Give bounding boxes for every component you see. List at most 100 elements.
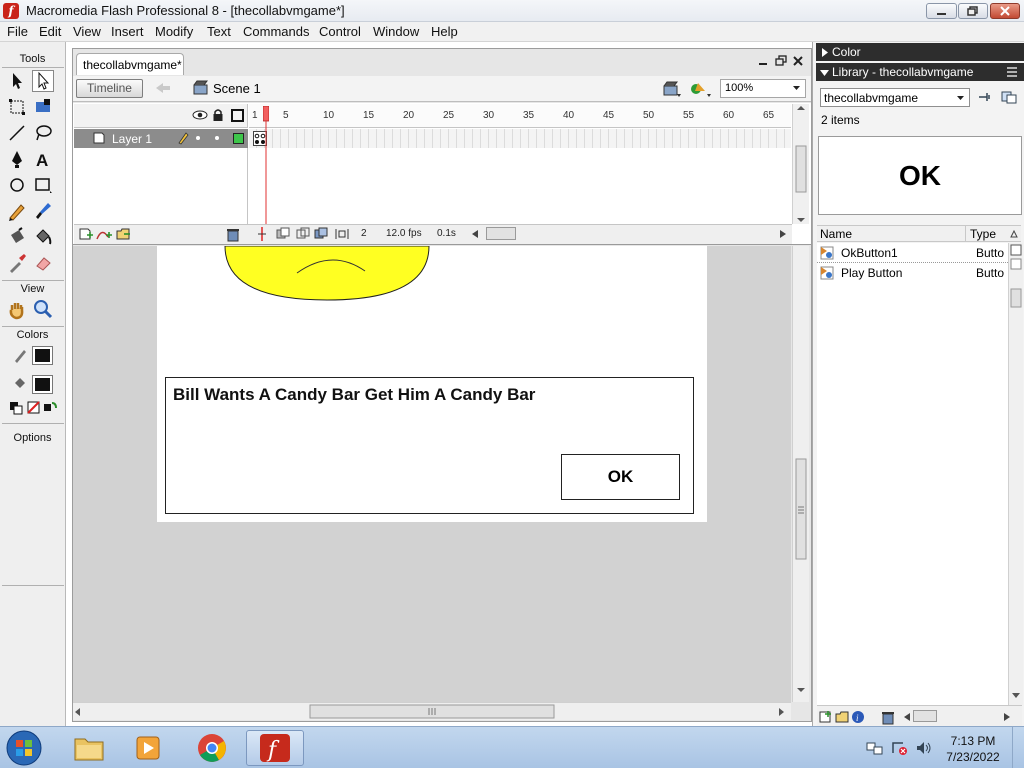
doc-minimize-icon[interactable] [757, 55, 769, 67]
frame-ruler[interactable]: 1 5 10 15 20 25 30 35 40 45 50 55 60 65 [249, 104, 791, 128]
close-button[interactable] [990, 3, 1020, 19]
eraser-icon[interactable] [32, 252, 54, 274]
eye-icon[interactable] [192, 109, 208, 121]
free-transform-icon[interactable] [6, 96, 28, 118]
insert-layer-icon[interactable] [78, 227, 94, 241]
chrome-icon[interactable] [186, 730, 238, 766]
fill-color-swatch[interactable] [32, 375, 53, 394]
zoom-tool-icon[interactable] [32, 298, 54, 320]
edit-scene-icon[interactable] [662, 79, 682, 99]
volume-icon[interactable] [915, 740, 933, 756]
selection-tool-icon[interactable] [6, 70, 28, 92]
name-column-header[interactable]: Name [820, 227, 852, 241]
scroll-left-icon[interactable] [471, 229, 479, 239]
eyedropper-icon[interactable] [6, 252, 28, 274]
menu-view[interactable]: View [73, 24, 101, 39]
outline-icon[interactable] [231, 109, 244, 122]
sort-up-icon[interactable] [1010, 229, 1018, 239]
menu-file[interactable]: File [7, 24, 28, 39]
back-arrow-icon[interactable] [154, 81, 172, 95]
flash-app-icon[interactable]: f [3, 3, 19, 19]
library-document-select[interactable]: thecollabvmgame [820, 88, 970, 107]
scroll-right-icon[interactable] [779, 229, 787, 239]
add-motion-guide-icon[interactable] [96, 227, 114, 241]
text-tool-icon[interactable]: A [32, 148, 54, 170]
panel-options-icon[interactable] [1006, 66, 1018, 78]
library-panel-header[interactable]: Library - thecollabvmgame [816, 63, 1024, 81]
new-library-panel-icon[interactable] [1001, 89, 1017, 105]
oval-tool-icon[interactable] [6, 174, 28, 196]
hand-tool-icon[interactable] [6, 298, 28, 320]
insert-layer-folder-icon[interactable] [116, 227, 132, 241]
library-vertical-scrollbar[interactable] [1008, 243, 1023, 705]
rectangle-tool-icon[interactable] [32, 174, 54, 196]
ink-bottle-icon[interactable] [6, 226, 28, 248]
pencil-tool-icon[interactable] [6, 200, 28, 222]
file-explorer-icon[interactable] [63, 730, 115, 766]
menu-text[interactable]: Text [207, 24, 231, 39]
subselection-tool-icon[interactable] [32, 70, 54, 92]
no-color-icon[interactable] [27, 401, 41, 415]
show-desktop-button[interactable] [1012, 727, 1024, 768]
lock-dot[interactable] [215, 136, 219, 140]
menu-modify[interactable]: Modify [155, 24, 193, 39]
media-player-icon[interactable] [122, 730, 174, 766]
menu-help[interactable]: Help [431, 24, 458, 39]
doc-restore-icon[interactable] [775, 55, 787, 67]
delete-icon[interactable] [881, 710, 895, 725]
menu-window[interactable]: Window [373, 24, 419, 39]
center-frame-icon[interactable] [256, 227, 268, 241]
stroke-color-swatch[interactable] [32, 346, 53, 365]
onion-skin-icon[interactable] [276, 227, 292, 241]
yellow-face-shape[interactable] [224, 246, 430, 301]
network-icon[interactable] [866, 740, 884, 756]
brush-tool-icon[interactable] [32, 200, 54, 222]
edit-symbols-icon[interactable] [689, 79, 713, 99]
stage-horizontal-scrollbar[interactable] [73, 702, 791, 720]
library-item[interactable]: OkButton1 Butto [817, 243, 1008, 263]
system-clock[interactable]: 7:13 PM 7/23/2022 [938, 733, 1008, 765]
timeline-hscroll-thumb[interactable] [486, 227, 516, 240]
onion-skin-outlines-icon[interactable] [296, 227, 312, 241]
menu-insert[interactable]: Insert [111, 24, 144, 39]
ok-button[interactable]: OK [561, 454, 680, 500]
stage-vertical-scrollbar[interactable] [792, 246, 809, 702]
new-symbol-icon[interactable] [819, 710, 833, 724]
new-folder-icon[interactable] [835, 710, 851, 724]
playhead[interactable] [263, 106, 269, 226]
library-item[interactable]: Play Button Butto [817, 263, 1008, 283]
properties-icon[interactable]: i [851, 710, 865, 724]
scroll-left-icon[interactable] [903, 712, 911, 722]
timeline-toggle-button[interactable]: Timeline [76, 79, 143, 98]
action-center-icon[interactable] [891, 740, 909, 756]
color-panel-header[interactable]: Color [816, 43, 1024, 61]
timeline-vertical-scrollbar[interactable] [792, 104, 809, 224]
restore-button[interactable] [958, 3, 988, 19]
layer-row[interactable]: Layer 1 [74, 129, 248, 148]
scroll-right-icon[interactable] [1003, 712, 1011, 722]
flash-taskbar-button[interactable]: f [246, 730, 304, 766]
menu-edit[interactable]: Edit [39, 24, 61, 39]
frame-rate-field[interactable]: 12.0 fps [386, 226, 422, 242]
zoom-select[interactable]: 100% [720, 79, 806, 98]
frames-row[interactable] [249, 129, 791, 148]
document-tab[interactable]: thecollabvmgame* [76, 53, 184, 75]
lasso-tool-icon[interactable] [32, 122, 54, 144]
black-white-icon[interactable] [9, 401, 23, 415]
edit-multiple-frames-icon[interactable] [314, 227, 330, 241]
swap-colors-icon[interactable] [43, 401, 57, 415]
pen-tool-icon[interactable] [6, 148, 28, 170]
minimize-button[interactable] [926, 3, 957, 19]
visibility-dot[interactable] [196, 136, 200, 140]
trash-icon[interactable] [226, 227, 240, 242]
pin-library-icon[interactable] [976, 89, 992, 105]
type-column-header[interactable]: Type [970, 227, 996, 241]
start-button[interactable] [4, 729, 44, 767]
menu-commands[interactable]: Commands [243, 24, 309, 39]
menu-control[interactable]: Control [319, 24, 361, 39]
fill-transform-icon[interactable] [32, 96, 54, 118]
library-hscroll-thumb[interactable] [913, 710, 937, 722]
paint-bucket-icon[interactable] [32, 226, 54, 248]
doc-close-icon[interactable] [792, 55, 804, 67]
outline-color-square[interactable] [233, 133, 244, 144]
